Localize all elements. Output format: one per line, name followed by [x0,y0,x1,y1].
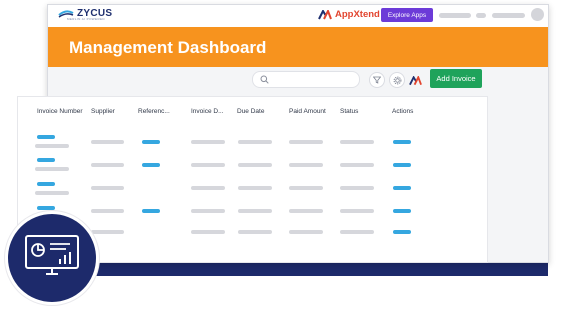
action-link-placeholder[interactable] [393,140,411,144]
action-link-placeholder[interactable] [393,230,411,234]
table-cell-placeholder [238,163,272,167]
appxtend-icon [318,9,332,19]
avatar[interactable] [531,8,544,21]
filter-button[interactable] [369,72,385,88]
monitor-chart-icon [25,235,79,275]
table-cell-placeholder [91,186,124,190]
appxtend-label: AppXtend [335,9,380,20]
table-cell-placeholder [37,158,55,162]
table-cell-placeholder [191,230,225,234]
gear-icon [393,76,401,84]
top-bar: ZYCUS MERLIN AI POWERED AppXtend Explore… [48,5,548,27]
column-header-invoice-number[interactable]: Invoice Number [37,108,89,115]
brand-tagline: MERLIN AI POWERED [67,17,105,21]
column-header-status[interactable]: Status [340,108,378,115]
column-header-reference[interactable]: Referenc... [138,108,174,115]
table-cell-placeholder [142,163,160,167]
dashboard-badge [5,211,99,305]
appxtend-shortcut[interactable] [409,73,422,91]
table-cell-placeholder [289,163,323,167]
topbar-placeholder-2 [476,13,486,18]
table-cell-placeholder [340,209,374,213]
table-cell-placeholder [289,209,323,213]
table-cell-placeholder [37,182,55,186]
table-cell-placeholder [191,209,225,213]
table-cell-placeholder [238,230,272,234]
explore-apps-button[interactable]: Explore Apps [381,8,433,22]
page-title: Management Dashboard [69,38,267,57]
table-cell-placeholder [191,186,225,190]
add-invoice-button[interactable]: Add Invoice [430,69,482,88]
column-header-due-date[interactable]: Due Date [237,108,282,115]
filter-icon [373,76,381,84]
table-cell-placeholder [340,230,374,234]
search-input[interactable] [252,71,360,88]
action-link-placeholder[interactable] [393,209,411,213]
action-link-placeholder[interactable] [393,186,411,190]
appxtend-brand[interactable]: AppXtend [318,9,380,20]
table-cell-placeholder [35,191,69,195]
table-cell-placeholder [91,163,124,167]
table-cell-placeholder [238,209,272,213]
table-cell-placeholder [340,186,374,190]
topbar-placeholder-3 [492,13,525,18]
table-cell-placeholder [91,209,124,213]
table-cell-placeholder [191,140,225,144]
table-cell-placeholder [142,209,160,213]
column-header-invoice-date[interactable]: Invoice D... [191,108,231,115]
search-icon [260,75,269,84]
table-cell-placeholder [289,186,323,190]
table-cell-placeholder [37,206,55,210]
table-cell-placeholder [238,186,272,190]
settings-button[interactable] [389,72,405,88]
table-cell-placeholder [37,135,55,139]
table-cell-placeholder [289,230,323,234]
table-cell-placeholder [191,163,225,167]
table-cell-placeholder [289,140,323,144]
action-link-placeholder[interactable] [393,163,411,167]
table-cell-placeholder [238,140,272,144]
topbar-placeholder-1 [439,13,471,18]
appxtend-icon [409,74,422,86]
table-cell-placeholder [35,144,69,148]
table-cell-placeholder [340,163,374,167]
column-header-actions[interactable]: Actions [392,108,430,115]
column-header-paid-amount[interactable]: Paid Amount [289,108,337,115]
page-header: Management Dashboard [48,27,548,67]
table-cell-placeholder [91,230,124,234]
column-header-supplier[interactable]: Supplier [91,108,135,115]
table-cell-placeholder [91,140,124,144]
table-cell-placeholder [340,140,374,144]
table-cell-placeholder [142,140,160,144]
table-cell-placeholder [35,167,69,171]
